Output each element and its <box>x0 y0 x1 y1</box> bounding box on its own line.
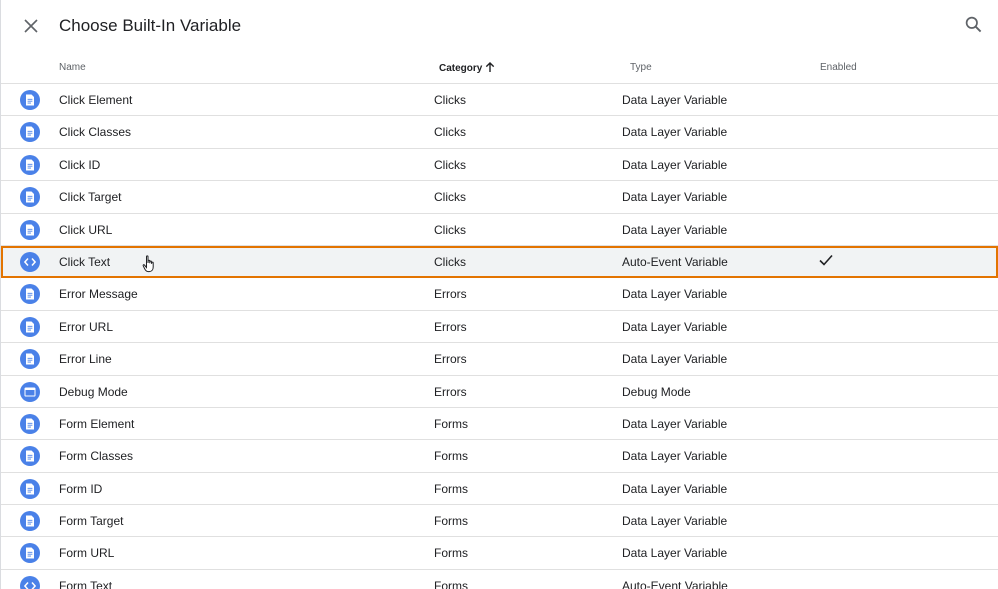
table-row[interactable]: Error URL Errors Data Layer Variable <box>1 311 998 344</box>
document-icon <box>20 543 40 564</box>
row-type: Debug Mode <box>622 384 691 399</box>
row-type: Data Layer Variable <box>622 481 728 496</box>
table-row[interactable]: Click Text Clicks Auto-Event Variable <box>1 245 998 279</box>
row-type: Data Layer Variable <box>622 222 728 237</box>
table-row[interactable]: Form URL Forms Data Layer Variable <box>1 537 998 570</box>
document-icon <box>20 478 40 499</box>
row-category: Errors <box>434 352 467 367</box>
column-header-type[interactable]: Type <box>630 62 652 73</box>
row-type: Data Layer Variable <box>622 287 728 302</box>
table-row[interactable]: Form Element Forms Data Layer Variable <box>1 408 998 441</box>
table-header: Name Category Type Enabled <box>1 52 998 84</box>
row-type: Data Layer Variable <box>622 190 728 205</box>
document-icon <box>20 413 40 434</box>
row-category: Forms <box>434 514 468 529</box>
table-row[interactable]: Debug Mode Errors Debug Mode <box>1 376 998 408</box>
row-type: Auto-Event Variable <box>622 578 728 589</box>
table-row[interactable]: Form Target Forms Data Layer Variable <box>1 505 998 538</box>
column-header-category-label: Category <box>439 63 483 74</box>
row-category: Clicks <box>434 125 466 140</box>
row-type: Data Layer Variable <box>622 319 728 334</box>
row-category: Forms <box>434 481 468 496</box>
column-header-category[interactable]: Category <box>439 62 495 74</box>
search-icon <box>965 16 981 32</box>
row-name: Form URL <box>59 546 115 561</box>
document-icon <box>20 154 40 175</box>
document-icon <box>20 219 40 240</box>
document-icon <box>20 90 40 110</box>
row-name: Form Target <box>59 514 124 529</box>
row-category: Errors <box>434 384 467 399</box>
code-icon <box>20 251 40 272</box>
variable-list: Click Element Clicks Data Layer Variable Cl… <box>1 84 998 589</box>
close-icon <box>24 19 38 33</box>
row-name: Click Text <box>59 254 111 269</box>
row-type: Data Layer Variable <box>622 157 728 172</box>
row-name: Form Classes <box>59 449 134 464</box>
document-icon <box>20 511 40 532</box>
page-title: Choose Built-In Variable <box>59 16 242 35</box>
row-name: Click Target <box>59 190 122 205</box>
row-category: Clicks <box>434 254 466 269</box>
table-row[interactable]: Form Text Forms Auto-Event Variable <box>1 570 998 589</box>
row-category: Forms <box>434 578 468 589</box>
row-category: Forms <box>434 449 468 464</box>
document-icon <box>20 122 40 143</box>
row-name: Click ID <box>59 157 101 172</box>
table-row[interactable]: Click Target Clicks Data Layer Variable <box>1 181 998 214</box>
document-icon <box>20 284 40 305</box>
row-type: Data Layer Variable <box>622 352 728 367</box>
row-name: Click Classes <box>59 125 132 140</box>
choose-builtin-variable-panel: Choose Built-In Variable Name Category T… <box>0 0 998 589</box>
row-name: Debug Mode <box>59 384 128 399</box>
row-category: Clicks <box>434 222 466 237</box>
row-type: Data Layer Variable <box>622 416 728 431</box>
table-row[interactable]: Click URL Clicks Data Layer Variable <box>1 214 998 246</box>
row-name: Form Text <box>59 578 113 589</box>
row-name: Error Message <box>59 287 138 302</box>
checkmark-icon <box>818 253 834 270</box>
close-button[interactable] <box>20 15 42 37</box>
table-row[interactable]: Form Classes Forms Data Layer Variable <box>1 440 998 473</box>
document-icon <box>20 187 40 208</box>
row-category: Forms <box>434 416 468 431</box>
arrow-up-icon <box>486 62 495 72</box>
row-type: Data Layer Variable <box>622 125 728 140</box>
row-type: Auto-Event Variable <box>622 254 728 269</box>
row-name: Click Element <box>59 93 133 107</box>
document-icon <box>20 446 40 467</box>
document-icon <box>20 349 40 370</box>
row-category: Errors <box>434 287 467 302</box>
table-row[interactable]: Form ID Forms Data Layer Variable <box>1 473 998 506</box>
row-name: Form ID <box>59 481 103 496</box>
row-category: Forms <box>434 546 468 561</box>
row-type: Data Layer Variable <box>622 449 728 464</box>
table-row[interactable]: Click ID Clicks Data Layer Variable <box>1 149 998 182</box>
row-name: Click URL <box>59 222 113 237</box>
row-type: Data Layer Variable <box>622 93 728 107</box>
table-row[interactable]: Click Element Clicks Data Layer Variable <box>1 84 998 117</box>
row-category: Clicks <box>434 93 466 107</box>
code-icon <box>20 575 40 589</box>
column-header-enabled[interactable]: Enabled <box>820 62 857 73</box>
document-icon <box>20 316 40 337</box>
table-row[interactable]: Click Classes Clicks Data Layer Variable <box>1 116 998 149</box>
row-category: Errors <box>434 319 467 334</box>
table-row[interactable]: Error Message Errors Data Layer Variable <box>1 278 998 311</box>
window-icon <box>20 381 40 402</box>
row-type: Data Layer Variable <box>622 546 728 561</box>
row-name: Error Line <box>59 352 112 367</box>
table-row[interactable]: Error Line Errors Data Layer Variable <box>1 343 998 376</box>
row-category: Clicks <box>434 190 466 205</box>
row-name: Form Element <box>59 416 135 431</box>
row-name: Error URL <box>59 319 114 334</box>
panel-header: Choose Built-In Variable <box>1 0 998 52</box>
row-type: Data Layer Variable <box>622 514 728 529</box>
row-category: Clicks <box>434 157 466 172</box>
search-button[interactable] <box>962 13 984 35</box>
column-header-name[interactable]: Name <box>59 62 86 73</box>
